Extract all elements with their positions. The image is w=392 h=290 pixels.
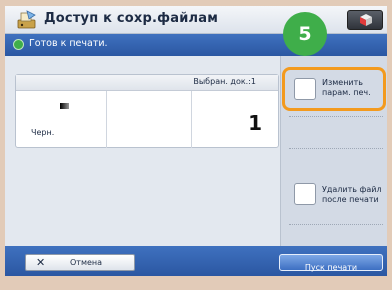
change-print-settings-button[interactable]: Изменить парам. печ.	[288, 70, 382, 108]
status-bar: Готов к печати.	[5, 34, 387, 56]
close-icon: ✕	[36, 256, 46, 269]
divider	[289, 148, 383, 149]
menu-button[interactable]	[347, 10, 383, 30]
black-white-gradient-icon	[60, 103, 69, 109]
step-badge: 5	[283, 12, 327, 56]
start-print-button[interactable]: Пуск печати	[279, 254, 383, 272]
delete-after-print-button[interactable]: Удалить файл после печати	[288, 176, 382, 214]
divider	[289, 224, 383, 225]
status-text: Готов к печати.	[29, 38, 108, 49]
delete-after-print-label: Удалить файл после печати	[322, 185, 382, 204]
start-print-label: Пуск печати	[304, 263, 358, 272]
bottom-bar: ✕ Отмена Пуск печати	[5, 246, 387, 276]
printer-folder-icon	[17, 10, 36, 29]
cancel-button[interactable]: ✕ Отмена	[25, 254, 135, 271]
divider	[289, 116, 383, 117]
page-title: Доступ к сохр.файлам	[44, 11, 219, 26]
column-divider	[191, 91, 192, 148]
main-area: Выбран. док.:1 Черн. 1	[5, 56, 280, 246]
selected-documents-count: Выбран. док.:1	[193, 77, 256, 86]
change-settings-checkbox[interactable]	[294, 78, 316, 100]
color-mode-label: Черн.	[31, 128, 55, 137]
delete-after-print-checkbox[interactable]	[294, 183, 316, 205]
side-panel: Изменить парам. печ. Удалить файл после …	[280, 56, 387, 246]
copies-count: 1	[248, 111, 262, 135]
menu-cube-icon	[360, 14, 372, 26]
header-bar: Доступ к сохр.файлам	[5, 6, 387, 34]
document-panel-header: Выбран. док.:1	[16, 75, 278, 91]
document-panel[interactable]: Выбран. док.:1 Черн. 1	[15, 74, 279, 148]
ready-status-icon	[13, 39, 24, 50]
screen: Доступ к сохр.файлам 5 Готов к печати. В…	[5, 6, 387, 276]
column-divider	[106, 91, 107, 148]
cancel-label: Отмена	[70, 258, 103, 267]
change-settings-label: Изменить парам. печ.	[322, 78, 371, 97]
